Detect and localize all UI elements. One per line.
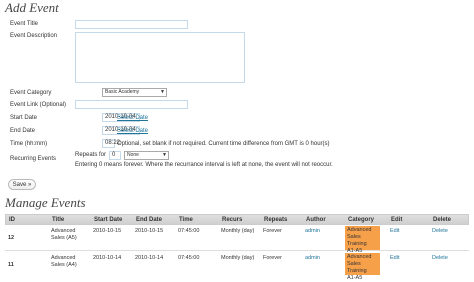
event-category-select[interactable]: Basic Academy ▼ — [102, 88, 167, 97]
event-category-label: Event Category — [10, 90, 52, 96]
col-time: Time — [179, 217, 193, 223]
event-link-label: Event Link (Optional) — [10, 102, 67, 108]
col-end-date: End Date — [136, 217, 163, 223]
col-edit: Edit — [391, 217, 403, 223]
row-end-date: 2010-10-15 — [135, 228, 164, 234]
start-select-date-link[interactable]: Select Date — [117, 115, 148, 121]
repeats-for-label: Repeats for — [75, 152, 107, 158]
row-start-date: 2010-10-14 — [93, 255, 122, 261]
col-recurs: Recurs — [222, 217, 243, 223]
col-start-date: Start Date — [94, 217, 123, 223]
row-id: 11 — [8, 262, 14, 268]
col-title: Title — [52, 217, 65, 223]
event-description-textarea[interactable] — [75, 32, 245, 83]
event-title-label: Event Title — [10, 21, 39, 27]
row-title-line2: Sales (A4) — [51, 262, 77, 268]
event-category-value: Basic Academy — [105, 89, 140, 95]
row-recurs: Monthly (day) — [221, 255, 255, 261]
col-category: Category — [348, 217, 375, 223]
chevron-down-icon: ▼ — [162, 152, 167, 158]
event-title-input[interactable] — [75, 20, 188, 29]
chevron-down-icon: ▼ — [160, 89, 165, 95]
repeats-note: Entering 0 means forever. Where the recu… — [75, 162, 333, 168]
recurring-events-label: Recurring Events — [10, 156, 57, 162]
row-edit-link[interactable]: Edit — [390, 228, 399, 235]
row-title-line1: Advanced — [51, 228, 76, 234]
end-select-date-link[interactable]: Select Date — [117, 128, 148, 134]
row-id: 12 — [8, 235, 15, 241]
row-category-line2: Sales Training — [347, 261, 367, 274]
start-date-label: Start Date — [10, 115, 38, 121]
row-time: 07:45:00 — [178, 255, 200, 261]
row-repeats: Forever — [263, 228, 282, 234]
repeats-interval-value: None — [127, 152, 139, 158]
col-delete: Delete — [433, 217, 452, 223]
add-event-heading: Add Event — [5, 0, 59, 15]
row-category-badge: Advanced Sales Training A1-A5 — [345, 226, 380, 254]
row-category-line2: Sales Training — [347, 234, 367, 247]
col-id: ID — [9, 217, 15, 223]
col-author: Author — [306, 217, 326, 223]
row-time: 07:45:00 — [178, 228, 200, 234]
row-end-date: 2010-10-14 — [135, 255, 164, 261]
time-label: Time (hh:mm) — [10, 141, 48, 147]
row-category-badge: Advanced Sales Training A1-A5 — [345, 253, 380, 281]
row-delete-link[interactable]: Delete — [432, 228, 448, 235]
col-repeats: Repeats — [264, 217, 288, 223]
row-title-line2: Sales (A5) — [51, 235, 77, 241]
row-category-line1: Advanced — [347, 227, 372, 233]
event-link-input[interactable] — [75, 100, 188, 109]
row-author[interactable]: admin — [305, 228, 320, 235]
table-row: 11 Advanced Sales (A4) 2010-10-14 2010-1… — [5, 252, 469, 281]
repeats-interval-select[interactable]: None ▼ — [124, 151, 169, 160]
row-category-line1: Advanced — [347, 254, 372, 260]
row-delete-link[interactable]: Delete — [432, 255, 448, 262]
end-date-label: End Date — [10, 128, 36, 134]
table-row: 12 Advanced Sales (A5) 2010-10-15 2010-1… — [5, 225, 469, 254]
row-title-line1: Advanced — [51, 255, 76, 261]
manage-events-heading: Manage Events — [5, 195, 86, 210]
row-author[interactable]: admin — [305, 255, 320, 262]
save-button[interactable]: Save » — [8, 179, 36, 190]
row-category-line3: A1-A5 — [347, 275, 363, 281]
row-edit-link[interactable]: Edit — [390, 255, 399, 262]
event-description-label: Event Description — [10, 33, 58, 39]
events-table-header: ID Title Start Date End Date Time Recurs… — [5, 214, 469, 225]
row-recurs: Monthly (day) — [221, 228, 255, 234]
row-repeats: Forever — [263, 255, 282, 261]
repeats-count-input[interactable]: 0 — [109, 151, 121, 160]
row-start-date: 2010-10-15 — [93, 228, 122, 234]
time-input[interactable]: 08:22 — [102, 139, 120, 148]
time-note: Optional, set blank if not required. Cur… — [117, 141, 330, 147]
